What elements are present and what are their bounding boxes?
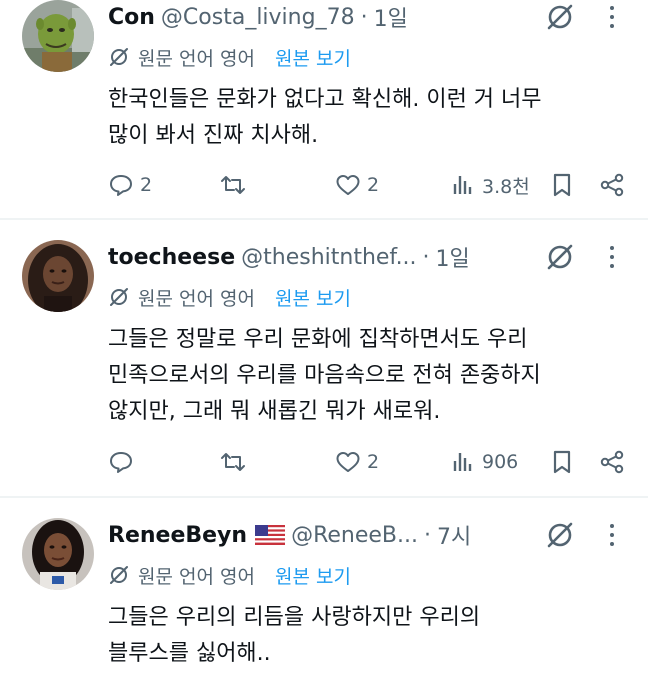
action-bar: 2 906 — [108, 447, 628, 477]
tweet-text-line: 한국인들은 문화가 없다고 확신해. 이런 거 너무 — [108, 87, 542, 112]
avatar[interactable] — [22, 0, 94, 72]
retweet-button[interactable] — [220, 170, 252, 200]
action-bar: 2 2 3.8천 — [108, 170, 628, 200]
tweet-2[interactable]: toecheese @theshitnthef... · 1일 원문 언어 영어… — [0, 220, 648, 496]
timestamp[interactable]: 1일 — [436, 241, 470, 273]
separator-dot: · — [423, 522, 431, 548]
user-handle[interactable]: @Costa_living_78 — [161, 5, 355, 30]
translation-bar: 원문 언어 영어 원본 보기 — [108, 42, 351, 72]
timestamp[interactable]: 7시 — [437, 519, 471, 551]
bookmark-button[interactable] — [549, 447, 575, 477]
views-button[interactable]: 906 — [450, 447, 518, 477]
tweet-text-line: 그들은 정말로 우리 문화에 집착하면서도 우리 — [108, 327, 528, 352]
tweet-1[interactable]: Con @Costa_living_78 · 1일 원문 언어 영어 원본 보기… — [0, 0, 648, 218]
tweet-header: ReneeBeyn @ReneeB... · 7시 — [108, 519, 471, 551]
tweet-text: 그들은 우리의 리듬을 사랑하지만 우리의 블루스를 싫어해.. — [108, 600, 628, 672]
tweet-3[interactable]: ReneeBeyn @ReneeB... · 7시 원문 언어 영어 원본 보기… — [0, 498, 648, 674]
avatar[interactable] — [22, 518, 94, 590]
more-options-icon[interactable] — [602, 520, 622, 550]
like-count: 2 — [367, 451, 380, 473]
tweet-text: 그들은 정말로 우리 문화에 집착하면서도 우리 민족으로서의 우리를 마음속으… — [108, 322, 628, 430]
grok-icon[interactable] — [545, 242, 575, 272]
tweet-header: Con @Costa_living_78 · 1일 — [108, 1, 408, 33]
retweet-icon — [221, 453, 245, 471]
separator-dot: · — [422, 244, 430, 270]
more-options-icon[interactable] — [602, 242, 622, 272]
more-options-icon[interactable] — [602, 2, 622, 32]
translate-icon — [110, 48, 128, 66]
like-button[interactable]: 2 — [335, 447, 379, 477]
tweet-text-line: 많이 봐서 진짜 치사해. — [108, 123, 319, 148]
translate-icon — [110, 288, 128, 306]
tweet-text-line: 않지만, 그래 뭐 새롭긴 뭐가 새로워. — [108, 399, 441, 424]
show-original-link[interactable]: 원본 보기 — [275, 562, 351, 589]
timestamp[interactable]: 1일 — [374, 1, 408, 33]
share-icon — [600, 450, 624, 474]
translation-label: 원문 언어 영어 — [138, 565, 255, 588]
bookmark-button[interactable] — [549, 170, 575, 200]
bookmark-icon — [553, 173, 571, 197]
translation-label: 원문 언어 영어 — [138, 47, 255, 70]
avatar[interactable] — [22, 240, 94, 312]
user-handle[interactable]: @ReneeB... — [291, 523, 418, 548]
tweet-text: 한국인들은 문화가 없다고 확신해. 이런 거 너무 많이 봐서 진짜 치사해. — [108, 82, 628, 154]
heart-icon — [336, 175, 360, 195]
bar-chart-icon — [453, 453, 472, 471]
like-button[interactable]: 2 — [335, 170, 379, 200]
retweet-icon — [221, 176, 245, 194]
tweet-header: toecheese @theshitnthef... · 1일 — [108, 241, 470, 273]
bookmark-icon — [553, 450, 571, 474]
display-name[interactable]: ReneeBeyn — [108, 523, 247, 548]
share-icon — [600, 173, 624, 197]
tweet-text-line: 그들은 우리의 리듬을 사랑하지만 우리의 — [108, 605, 481, 630]
share-button[interactable] — [599, 170, 625, 200]
view-count: 3.8천 — [482, 175, 530, 198]
translate-icon — [110, 566, 128, 584]
show-original-link[interactable]: 원본 보기 — [275, 284, 351, 311]
retweet-button[interactable] — [220, 447, 252, 477]
translation-bar: 원문 언어 영어 원본 보기 — [108, 282, 351, 312]
display-name[interactable]: toecheese — [108, 245, 235, 270]
views-button[interactable]: 3.8천 — [450, 170, 530, 200]
translation-label: 원문 언어 영어 — [138, 287, 255, 310]
like-count: 2 — [367, 174, 380, 196]
display-name[interactable]: Con — [108, 5, 155, 30]
grok-icon[interactable] — [545, 520, 575, 550]
us-flag-icon — [255, 525, 286, 545]
heart-icon — [336, 452, 360, 472]
share-button[interactable] — [599, 447, 625, 477]
bar-chart-icon — [453, 176, 472, 194]
reply-button[interactable]: 2 — [108, 170, 152, 200]
reply-count: 2 — [140, 174, 153, 196]
user-handle[interactable]: @theshitnthef... — [241, 245, 416, 270]
translation-bar: 원문 언어 영어 원본 보기 — [108, 560, 351, 590]
grok-icon[interactable] — [545, 2, 575, 32]
view-count: 906 — [482, 451, 519, 473]
show-original-link[interactable]: 원본 보기 — [275, 44, 351, 71]
tweet-text-line: 블루스를 싫어해.. — [108, 641, 271, 666]
reply-icon — [110, 452, 132, 473]
reply-icon — [110, 175, 132, 196]
reply-button[interactable] — [108, 447, 140, 477]
tweet-text-line: 민족으로서의 우리를 마음속으로 전혀 존중하지 — [108, 363, 541, 388]
separator-dot: · — [360, 4, 368, 30]
